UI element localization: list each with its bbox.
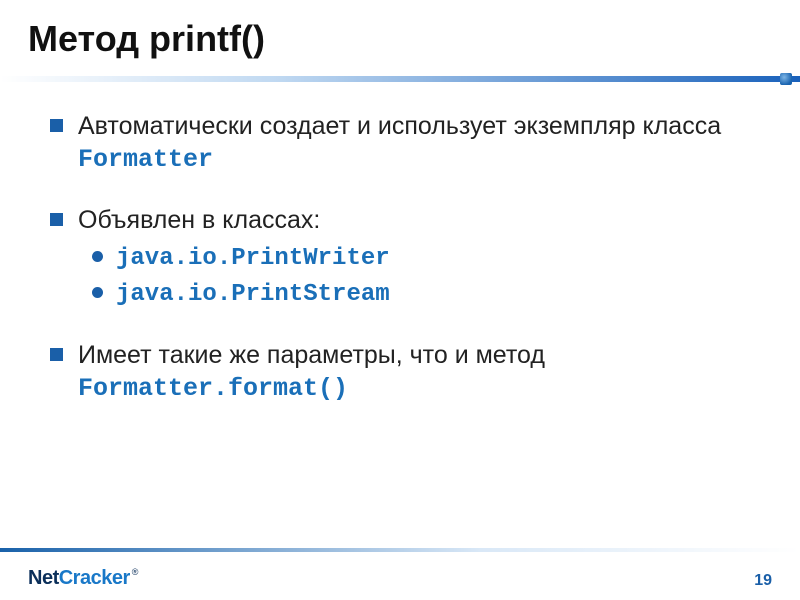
- logo-part2: Cracker: [59, 567, 130, 590]
- slide-title: Метод printf(): [28, 18, 772, 60]
- page-number: 19: [754, 572, 772, 590]
- footer-divider: [0, 548, 800, 552]
- list-item: java.io.PrintStream: [92, 276, 764, 312]
- list-item: Имеет такие же параметры, что и метод Fo…: [50, 339, 764, 405]
- sub-bullet-list: java.io.PrintWriter java.io.PrintStream: [92, 240, 764, 311]
- slide-content: Автоматически создает и использует экзем…: [28, 110, 772, 600]
- list-item: java.io.PrintWriter: [92, 240, 764, 276]
- divider-cap-icon: [780, 73, 792, 85]
- title-divider: [0, 70, 800, 90]
- bullet-text: Имеет такие же параметры, что и метод: [78, 341, 545, 369]
- list-item: Автоматически создает и использует экзем…: [50, 110, 764, 176]
- slide-footer: NetCracker® 19: [0, 548, 800, 600]
- divider-gradient: [0, 76, 800, 82]
- code-text: Formatter.format(): [78, 374, 348, 403]
- slide: Метод printf() Автоматически создает и и…: [0, 0, 800, 600]
- bullet-text: Объявлен в классах:: [78, 206, 320, 234]
- code-text: java.io.PrintStream: [116, 281, 390, 308]
- bullet-text: Автоматически создает и использует экзем…: [78, 112, 721, 140]
- bullet-list: Автоматически создает и использует экзем…: [50, 110, 764, 405]
- code-text: Formatter: [78, 145, 213, 174]
- logo-part1: Net: [28, 567, 59, 590]
- logo-registered: ®: [132, 567, 139, 577]
- code-text: java.io.PrintWriter: [116, 245, 390, 272]
- logo: NetCracker®: [28, 567, 138, 590]
- list-item: Объявлен в классах: java.io.PrintWriter …: [50, 204, 764, 311]
